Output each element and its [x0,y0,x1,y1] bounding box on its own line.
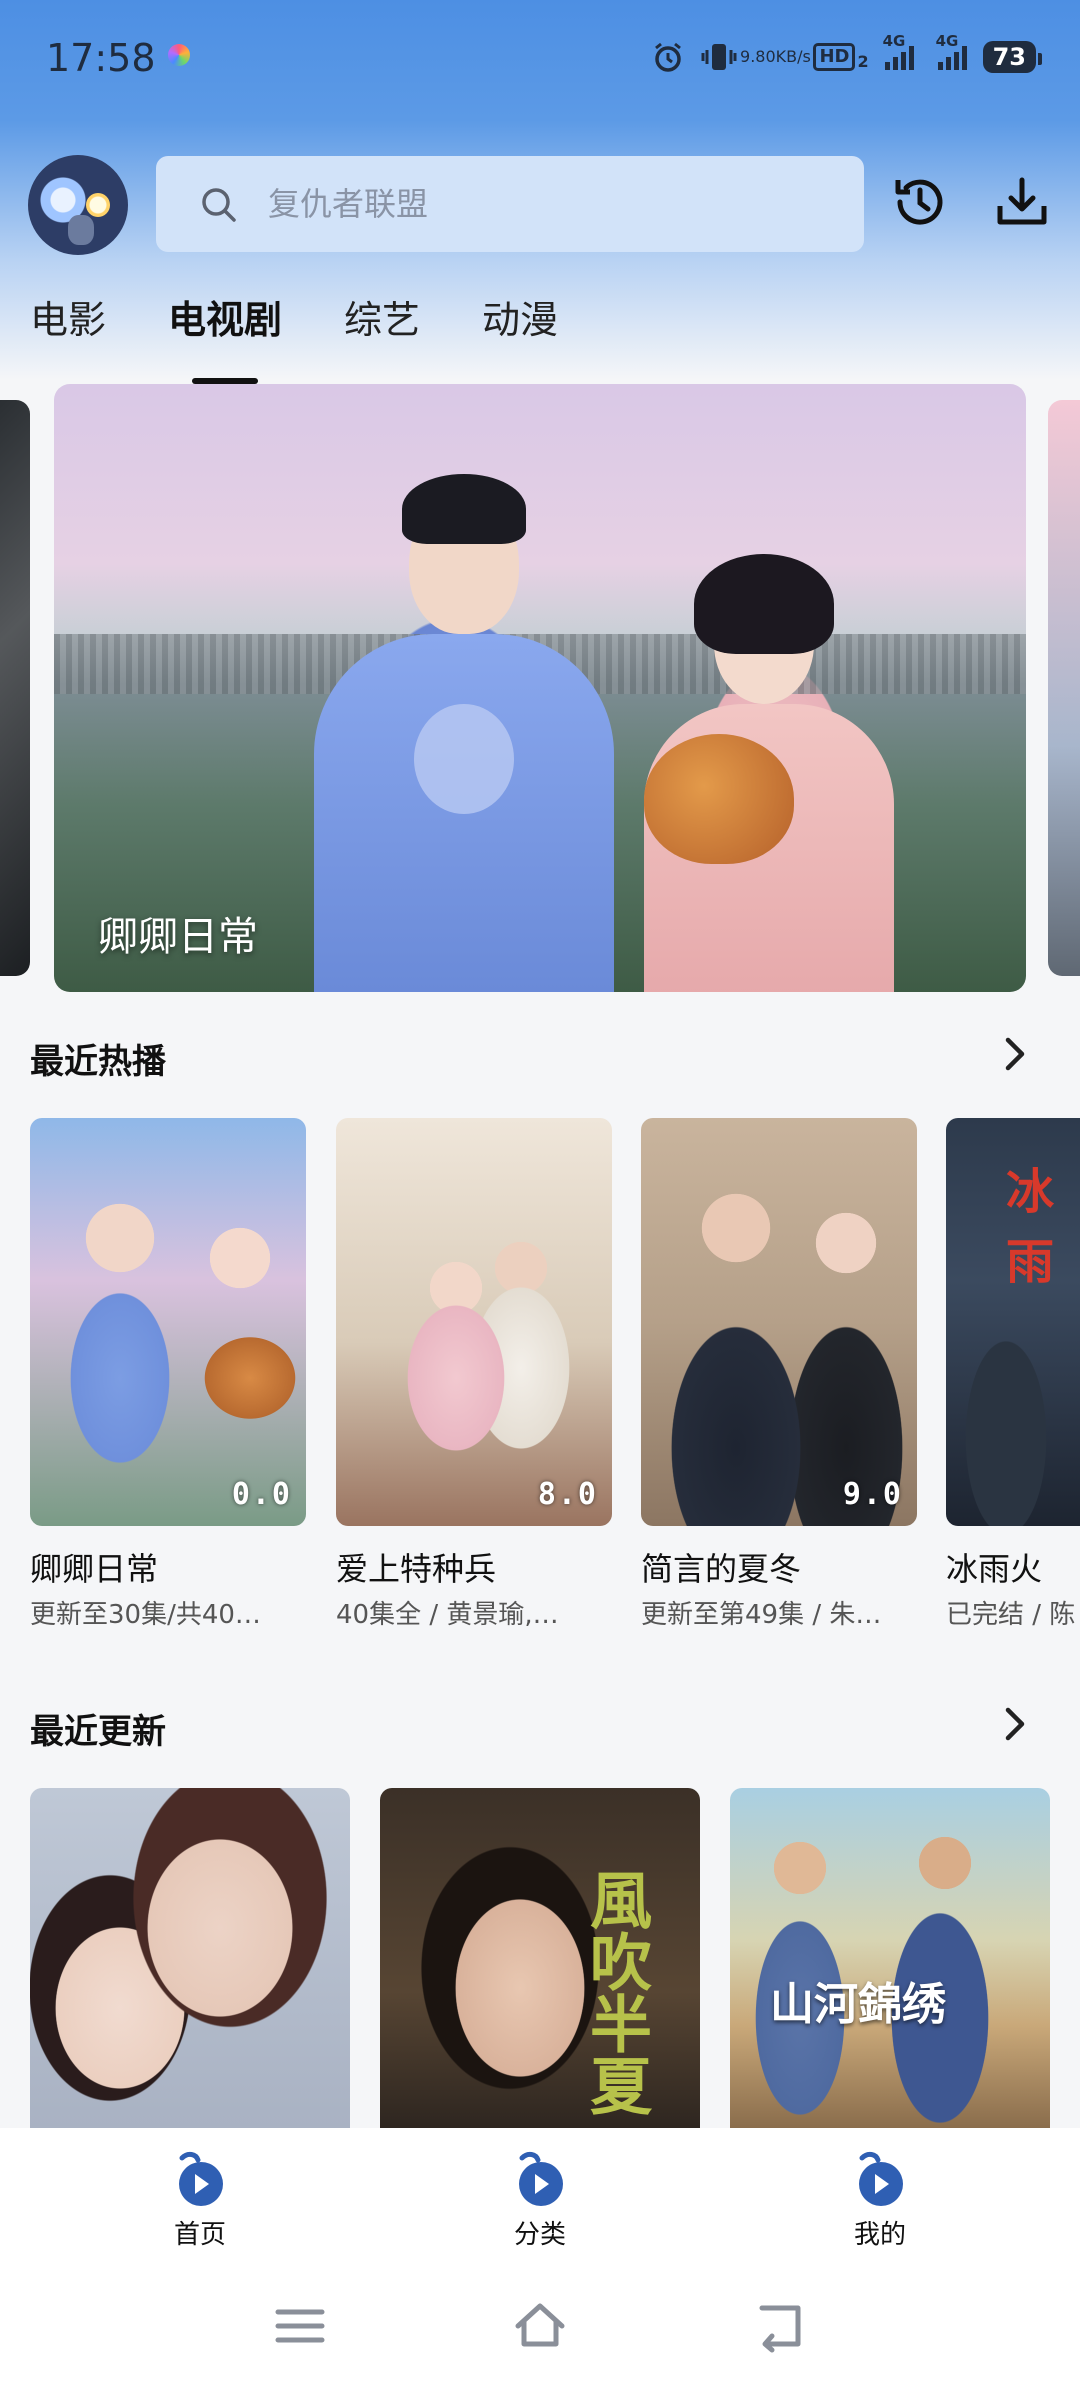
banner-next-peek[interactable] [1048,400,1080,976]
status-indicators: 9.80 KB/s HD 2 4G 4G 73 [651,32,1043,80]
tab-variety[interactable]: 综艺 [344,290,420,370]
avatar[interactable] [28,155,128,255]
updates-more-button[interactable] [998,1704,1034,1744]
section-title-updates: 最近更新 [30,1712,166,1752]
app-logo-icon [859,2151,903,2206]
show-title[interactable]: 卿卿日常 [30,1544,310,1590]
history-button[interactable] [890,172,950,232]
download-icon [997,177,1047,225]
hd-badge: HD [813,43,856,71]
chevron-right-icon [1005,1707,1025,1741]
search-placeholder: 复仇者联盟 [268,185,429,223]
show-subtitle: 已完结 / 陈 [946,1600,1076,1630]
show-title[interactable]: 冰雨火 [946,1544,1080,1590]
tab-tv-series[interactable]: 电视剧 [168,290,283,384]
show-subtitle: 更新至30集/共40… [30,1600,261,1630]
banner-carousel[interactable]: 卿卿日常 [0,384,1080,992]
poster-card[interactable]: 冰雨 [946,1118,1080,1526]
home-button[interactable] [512,2298,568,2354]
hd-sub: 2 [857,52,869,71]
poster-card[interactable]: 9.0 [641,1118,917,1526]
poster-card[interactable]: 山河錦绣 [730,1788,1050,2128]
banner-figure [614,554,914,992]
tab-label: 电影 [30,298,107,342]
history-icon [895,179,943,225]
network-speed: 9.80 KB/s [740,49,811,65]
nav-label: 分类 [513,2220,566,2250]
banner-figure [314,464,614,992]
search-icon [202,188,236,222]
network-speed-value: 9.80 [740,47,776,66]
rating-label: 0.0 [231,1477,292,1512]
chevron-right-icon [1005,1037,1025,1071]
tab-label: 综艺 [344,298,421,342]
nav-label: 首页 [173,2220,226,2250]
app-notification-icon [168,44,190,66]
recent-apps-button[interactable] [272,2298,328,2354]
signal-label: 4G [882,32,906,50]
bottom-navigation: 首页 分类 我的 [0,2128,1080,2258]
alarm-icon [651,40,685,74]
menu-icon [275,2309,325,2343]
tab-anime[interactable]: 动漫 [482,290,558,370]
signal-label: 4G [935,32,959,50]
rating-label: 9.0 [842,1477,903,1512]
nav-profile[interactable]: 我的 [820,2146,940,2258]
status-time: 17:58 [46,36,156,80]
section-title-hot: 最近热播 [30,1042,166,1082]
network-speed-unit: KB/s [775,47,811,66]
tab-movies[interactable]: 电影 [30,290,106,370]
show-title[interactable]: 爱上特种兵 [336,1544,616,1590]
signal-strength-icon: 4G [883,32,914,70]
home-icon [515,2303,565,2347]
status-bar: 17:58 9.80 KB/s HD 2 4G 4G 73 [0,0,1080,120]
show-subtitle: 更新至第49集 / 朱… [641,1600,882,1630]
poster-title-art: 冰雨 [1006,1164,1055,1290]
battery-indicator: 73 [982,41,1043,73]
poster-card[interactable] [30,1788,350,2128]
download-button[interactable] [992,172,1052,232]
banner-prev-peek[interactable] [0,400,30,976]
search-input[interactable]: 复仇者联盟 [156,156,864,252]
hd-voice-icon: HD 2 [813,43,869,71]
poster-card[interactable]: 8.0 [336,1118,612,1526]
back-button[interactable] [752,2298,808,2354]
poster-title-art: 風吹半夏 [579,1868,652,2116]
show-subtitle: 40集全 / 黄景瑜,… [336,1600,559,1630]
tab-label: 动漫 [482,298,559,342]
category-tabs: 电影 电视剧 综艺 动漫 [30,290,620,384]
tab-label: 电视剧 [168,298,283,342]
system-navigation-bar [0,2258,1080,2400]
show-title[interactable]: 简言的夏冬 [641,1544,921,1590]
vibrate-icon [701,40,737,74]
nav-category[interactable]: 分类 [480,2146,600,2258]
poster-card[interactable]: 0.0 [30,1118,306,1526]
nav-home[interactable]: 首页 [140,2146,260,2258]
app-logo-icon [519,2151,563,2206]
hot-more-button[interactable] [998,1034,1034,1074]
banner-slide[interactable]: 卿卿日常 [54,384,1026,992]
back-icon [759,2305,801,2353]
poster-card[interactable]: 風吹半夏 [380,1788,700,2128]
rating-label: 8.0 [537,1477,598,1512]
nav-label: 我的 [853,2220,906,2250]
banner-title: 卿卿日常 [98,914,258,960]
app-logo-icon [179,2151,223,2206]
poster-title-art: 山河錦绣 [770,1979,946,2030]
signal-strength-icon: 4G [936,32,967,70]
